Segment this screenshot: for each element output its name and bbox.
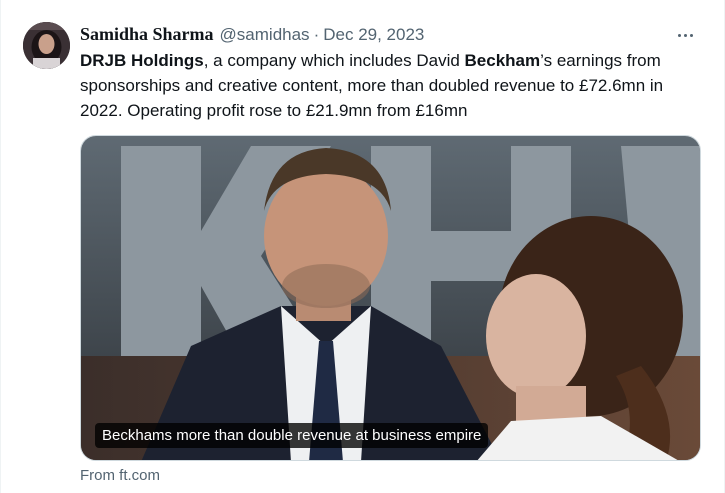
card-source-link[interactable]: From ft.com [80, 467, 160, 484]
more-horizontal-icon[interactable] [672, 24, 698, 46]
text-part-1: , a company which includes David [203, 51, 465, 70]
display-name[interactable]: Samidha Sharma [80, 24, 214, 45]
tweet-header: Samidha Sharma @samidhas · Dec 29, 2023 [80, 24, 424, 46]
link-card-image[interactable]: Beckhams more than double revenue at bus… [80, 135, 701, 461]
avatar[interactable] [23, 22, 70, 69]
tweet-card[interactable]: Samidha Sharma @samidhas · Dec 29, 2023 … [0, 0, 725, 493]
card-caption: Beckhams more than double revenue at bus… [95, 423, 489, 448]
card-photo [81, 136, 700, 460]
text-bold-company: DRJB Holdings [80, 51, 204, 70]
separator: · [313, 25, 320, 44]
tweet-text: DRJB Holdings, a company which includes … [80, 48, 704, 123]
text-bold-name: Beckham [464, 51, 541, 70]
user-handle[interactable]: @samidhas [220, 25, 310, 45]
tweet-date[interactable]: Dec 29, 2023 [323, 25, 424, 45]
